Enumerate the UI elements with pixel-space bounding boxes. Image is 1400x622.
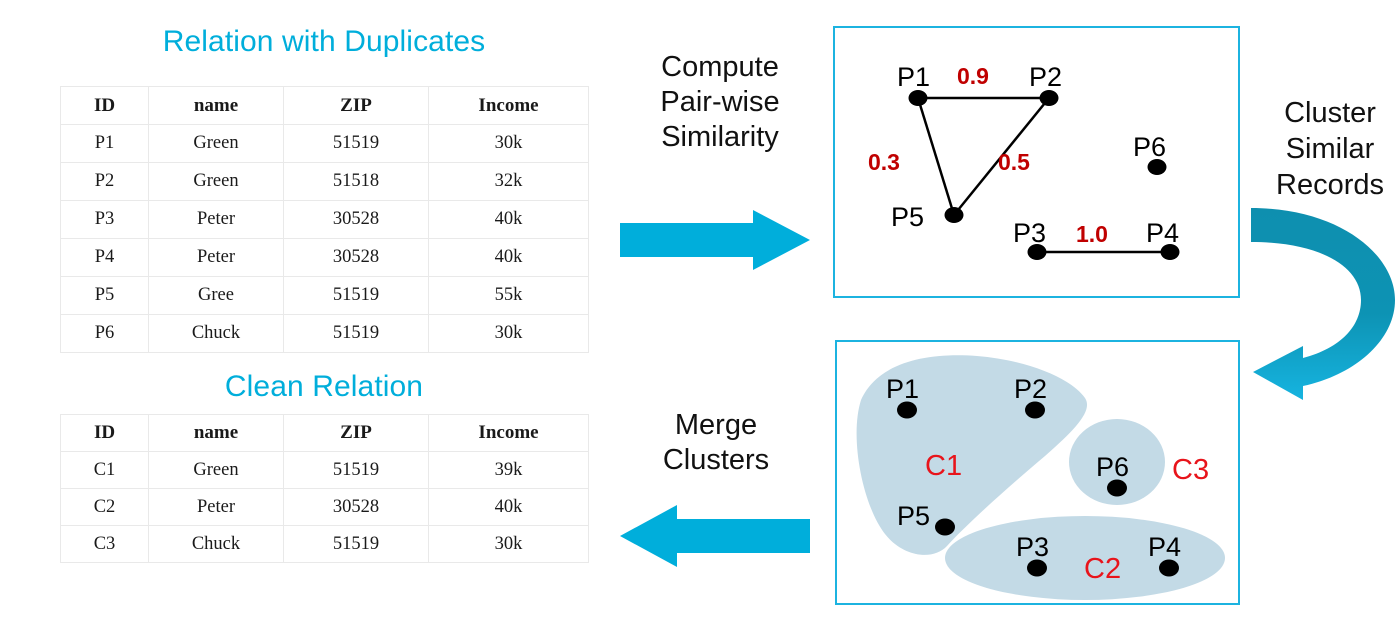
dirty-relation-title: Relation with Duplicates [162, 25, 486, 58]
cell-income: 32k [428, 162, 589, 201]
cell-name: Peter [148, 238, 284, 277]
table-row: P5 Gree 51519 55k [60, 276, 589, 315]
cell-income: 55k [428, 276, 589, 315]
graph-node-label-p5: P5 [891, 202, 924, 232]
cluster-node-label-p6: P6 [1096, 452, 1129, 482]
cell-income: 40k [428, 488, 589, 526]
cell-name: Green [148, 124, 284, 163]
cluster-node-label-p3: P3 [1016, 532, 1049, 562]
cluster-node-label-p4: P4 [1148, 532, 1181, 562]
diagram-canvas: Relation with Duplicates ID name ZIP Inc… [0, 0, 1400, 622]
table-header-row: ID name ZIP Income [60, 414, 589, 452]
cell-name: Gree [148, 276, 284, 315]
table-header-row: ID name ZIP Income [60, 86, 589, 125]
step-label-compute-similarity: Compute Pair-wise Similarity [660, 51, 780, 153]
cluster-node-p5 [935, 518, 955, 536]
cell-id: C2 [60, 488, 149, 526]
graph-node-label-p4: P4 [1146, 218, 1179, 248]
column-header-name: name [148, 414, 284, 452]
cell-income: 30k [428, 124, 589, 163]
cluster-label-c1: C1 [925, 450, 962, 482]
table-row: C2 Peter 30528 40k [60, 488, 589, 526]
table-row: P1 Green 51519 30k [60, 124, 589, 163]
cell-zip: 30528 [283, 488, 429, 526]
column-header-id: ID [60, 414, 149, 452]
graph-node-label-p1: P1 [897, 62, 930, 92]
cell-income: 30k [428, 314, 589, 353]
table-row: P3 Peter 30528 40k [60, 200, 589, 239]
edge-weight-p1-p2: 0.9 [957, 63, 989, 89]
cluster-node-label-p2: P2 [1014, 374, 1047, 404]
edge-weight-p3-p4: 1.0 [1076, 221, 1108, 247]
graph-node-label-p3: P3 [1013, 218, 1046, 248]
cell-zip: 51519 [283, 451, 429, 489]
step-label-merge-clusters: Merge Clusters [662, 409, 770, 476]
graph-node-p5 [944, 207, 964, 223]
cell-zip: 30528 [283, 200, 429, 239]
cell-id: P3 [60, 200, 149, 239]
arrow-left-merge-clusters [620, 505, 810, 567]
cluster-node-label-p5: P5 [897, 501, 930, 531]
cluster-node-p6 [1107, 479, 1127, 497]
column-header-income: Income [428, 414, 589, 452]
clusters-panel: P1 P2 P5 P3 P4 P6 C1 C2 C3 [835, 340, 1240, 605]
edge-weight-p1-p5: 0.3 [868, 149, 900, 175]
column-header-name: name [148, 86, 284, 125]
cell-zip: 51519 [283, 124, 429, 163]
clusters-svg: P1 P2 P5 P3 P4 P6 C1 C2 C3 [856, 355, 1225, 600]
cell-id: P2 [60, 162, 149, 201]
similarity-graph-panel: P1 P2 P5 P3 P4 P6 0.9 0.3 0.5 1.0 [833, 26, 1240, 298]
column-header-zip: ZIP [283, 414, 429, 452]
table-row: C3 Chuck 51519 30k [60, 525, 589, 563]
cell-id: C3 [60, 525, 149, 563]
similarity-graph-svg: P1 P2 P5 P3 P4 P6 0.9 0.3 0.5 1.0 [868, 62, 1180, 260]
cell-name: Green [148, 451, 284, 489]
cell-income: 30k [428, 525, 589, 563]
column-header-zip: ZIP [283, 86, 429, 125]
column-header-id: ID [60, 86, 149, 125]
graph-node-label-p2: P2 [1029, 62, 1062, 92]
cell-name: Chuck [148, 314, 284, 353]
cluster-label-c2: C2 [1084, 553, 1121, 585]
step-label-cluster-similar-records: Cluster Similar Records [1276, 97, 1384, 201]
cell-zip: 51518 [283, 162, 429, 201]
cluster-node-p3 [1027, 559, 1047, 577]
cell-zip: 51519 [283, 525, 429, 563]
column-header-income: Income [428, 86, 589, 125]
cell-income: 39k [428, 451, 589, 489]
cluster-node-p4 [1159, 559, 1179, 577]
cluster-label-c3: C3 [1172, 454, 1209, 486]
cell-income: 40k [428, 238, 589, 277]
cell-income: 40k [428, 200, 589, 239]
cell-id: C1 [60, 451, 149, 489]
cell-name: Green [148, 162, 284, 201]
cell-name: Peter [148, 488, 284, 526]
arrow-right-compute-similarity [620, 210, 810, 270]
cell-name: Chuck [148, 525, 284, 563]
graph-node-p1 [908, 90, 928, 106]
cell-id: P6 [60, 314, 149, 353]
edge-p1-p5 [916, 97, 956, 216]
clean-relation-title: Clean Relation [224, 370, 424, 403]
graph-node-label-p6: P6 [1133, 132, 1166, 162]
cell-name: Peter [148, 200, 284, 239]
table-row: P2 Green 51518 32k [60, 162, 589, 201]
cell-zip: 30528 [283, 238, 429, 277]
table-row: P4 Peter 30528 40k [60, 238, 589, 277]
cluster-node-p1 [897, 401, 917, 419]
arrow-curved-cluster-records [1251, 208, 1395, 400]
table-row: C1 Green 51519 39k [60, 451, 589, 489]
cluster-node-label-p1: P1 [886, 374, 919, 404]
table-row: P6 Chuck 51519 30k [60, 314, 589, 353]
cell-id: P5 [60, 276, 149, 315]
clean-relation-table: ID name ZIP Income C1 Green 51519 39k C2… [60, 414, 589, 563]
cell-id: P1 [60, 124, 149, 163]
cell-zip: 51519 [283, 314, 429, 353]
cell-zip: 51519 [283, 276, 429, 315]
graph-node-p2 [1039, 90, 1059, 106]
cluster-node-p2 [1025, 401, 1045, 419]
edge-weight-p2-p5: 0.5 [998, 149, 1030, 175]
dirty-relation-table: ID name ZIP Income P1 Green 51519 30k P2… [60, 86, 589, 353]
cell-id: P4 [60, 238, 149, 277]
